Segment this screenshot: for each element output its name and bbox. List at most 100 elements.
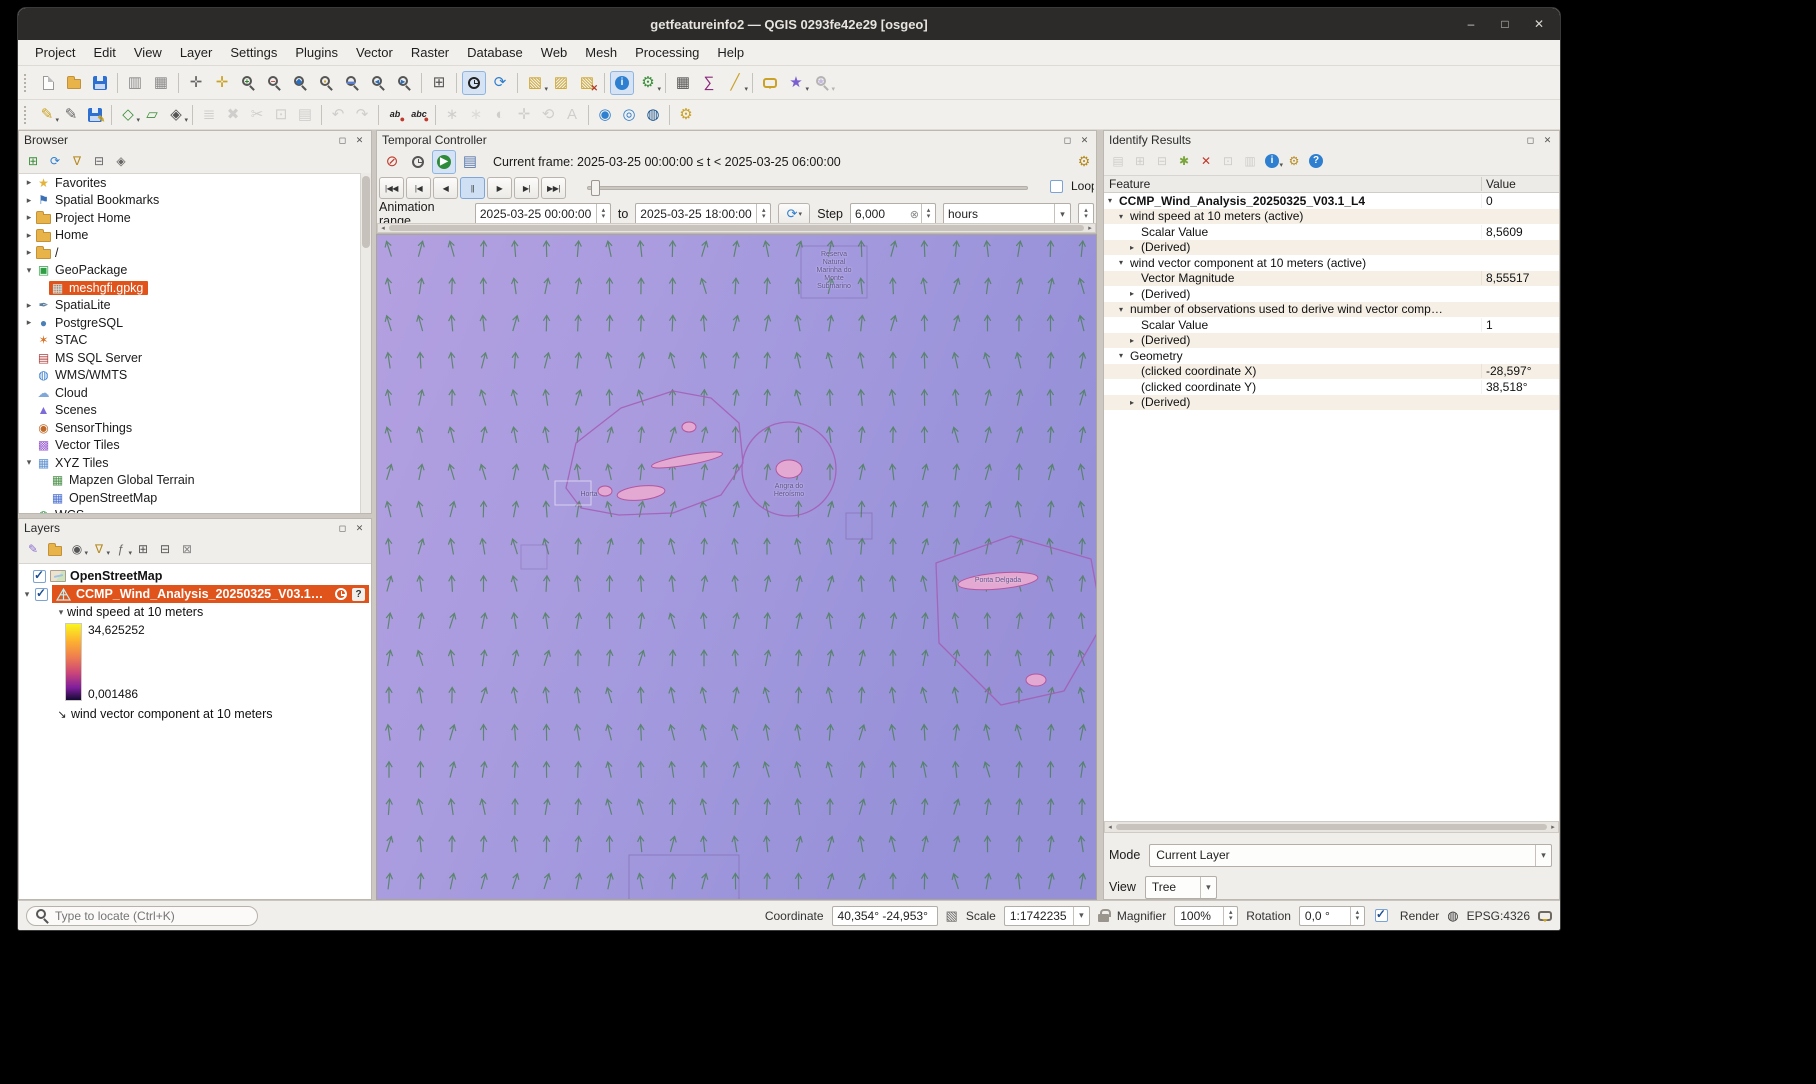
menu-vector[interactable]: Vector — [347, 40, 402, 65]
menu-web[interactable]: Web — [532, 40, 577, 65]
statistical-summary-icon[interactable]: ∑ — [697, 71, 721, 95]
view-combobox[interactable]: Tree — [1145, 876, 1217, 899]
project-new-icon[interactable] — [36, 71, 60, 95]
new-map-view-icon[interactable]: ⊞ — [427, 71, 451, 95]
expander-icon[interactable]: ▸ — [23, 195, 35, 206]
browser-scrollbar[interactable] — [360, 173, 371, 513]
project-save-icon[interactable] — [88, 71, 112, 95]
browser-item-xyz-tiles[interactable]: ▾▦XYZ Tiles — [19, 454, 360, 472]
temporal-navigation-fixed-range-icon[interactable] — [406, 150, 430, 174]
run-feature-action-icon[interactable]: ⚙▾ — [636, 71, 660, 95]
options-gear-icon[interactable]: ⚙ — [675, 104, 697, 126]
add-polygon-feature-icon[interactable]: ▱ — [141, 104, 163, 126]
menu-project[interactable]: Project — [26, 40, 84, 65]
crs-warning-icon[interactable] — [352, 588, 365, 601]
identify-row-geometry[interactable]: ▾Geometry — [1104, 348, 1559, 364]
browser-item-openstreetmap[interactable]: ▦OpenStreetMap — [19, 489, 360, 507]
identify-row-wind-speed-at-10-meters-active[interactable]: ▾wind speed at 10 meters (active) — [1104, 209, 1559, 225]
browser-item-sensorthings[interactable]: ◉SensorThings — [19, 419, 360, 437]
toolbar-handle[interactable] — [24, 106, 30, 124]
identify-row-vector-magnitude[interactable]: Vector Magnitude8,55517 — [1104, 271, 1559, 287]
loop-checkbox[interactable] — [1050, 180, 1063, 193]
expand-new-results-icon[interactable]: ✱ — [1174, 151, 1194, 171]
browser-item-project-home[interactable]: ▸Project Home — [19, 209, 360, 227]
scroll-left-arrow[interactable]: ◂ — [1105, 823, 1115, 831]
select-features-icon[interactable]: ▧▾ — [523, 71, 547, 95]
previous-frame-button[interactable]: |◀ — [406, 177, 431, 199]
menu-layer[interactable]: Layer — [171, 40, 222, 65]
collapse-all-icon[interactable]: ⊟ — [155, 539, 175, 559]
identify-row-ccmp-wind-analysis-20250325-v03-1-l4[interactable]: ▾CCMP_Wind_Analysis_20250325_V03.1_L40 — [1104, 193, 1559, 209]
identify-row-clicked-coordinate-y[interactable]: (clicked coordinate Y)38,518° — [1104, 379, 1559, 395]
locator-input[interactable] — [27, 907, 257, 925]
redo-icon[interactable]: ↷ — [351, 104, 373, 126]
scrollbar-thumb[interactable] — [389, 225, 1084, 231]
spinner[interactable] — [1223, 907, 1237, 925]
filter-legend-icon[interactable]: ∇▾ — [89, 539, 109, 559]
expander-icon[interactable]: ▸ — [23, 177, 35, 188]
expander-icon[interactable]: ▸ — [23, 317, 35, 328]
vertex-tool-icon[interactable]: ◈▾ — [165, 104, 187, 126]
render-checkbox[interactable] — [1375, 909, 1388, 922]
zoom-last-icon[interactable]: ◂ — [366, 71, 390, 95]
digitize-with-segment-icon[interactable]: ◇▾ — [117, 104, 139, 126]
set-range-from-project-button[interactable]: ⟳▾ — [778, 203, 810, 225]
browser-item-scenes[interactable]: ▲Scenes — [19, 402, 360, 420]
scroll-left-arrow[interactable]: ◂ — [378, 224, 388, 232]
open-layer-styling-icon[interactable]: ✎ — [23, 539, 43, 559]
temporal-close-button[interactable] — [1078, 134, 1091, 147]
browser-refresh-icon[interactable]: ⟳ — [45, 151, 65, 171]
temporal-float-button[interactable] — [1061, 134, 1074, 147]
crs-globe-icon[interactable]: ◍ — [1447, 909, 1458, 922]
identify-row-derived[interactable]: ▸(Derived) — [1104, 333, 1559, 349]
measure-icon[interactable]: ╱▾ — [723, 71, 747, 95]
menu-processing[interactable]: Processing — [626, 40, 708, 65]
export-animation-icon[interactable]: ▤ — [458, 150, 482, 174]
search-layers-icon[interactable]: ◎ — [618, 104, 640, 126]
identify-row-wind-vector-component-at-10-meters-active[interactable]: ▾wind vector component at 10 meters (act… — [1104, 255, 1559, 271]
browser-filter-icon[interactable]: ∇ — [67, 151, 87, 171]
spinner[interactable] — [1079, 204, 1093, 224]
layer-checkbox[interactable] — [35, 588, 48, 601]
layers-float-button[interactable] — [336, 522, 349, 535]
browser-properties-icon[interactable]: ◈ — [111, 151, 131, 171]
expand-tree-icon[interactable]: ⊞ — [1130, 151, 1150, 171]
cropped-spinner[interactable] — [1078, 203, 1094, 225]
current-edits-icon[interactable]: ✎▾ — [36, 104, 58, 126]
expander-icon[interactable]: ▸ — [1130, 243, 1141, 252]
open-attribute-table-icon[interactable]: ▦ — [671, 71, 695, 95]
messages-icon[interactable] — [1538, 911, 1552, 921]
legend-group-wind-vector[interactable]: ↘ wind vector component at 10 meters — [19, 705, 371, 723]
magnifier-spinbox[interactable]: 100% — [1174, 906, 1238, 926]
collapse-tree-icon[interactable]: ⊟ — [1152, 151, 1172, 171]
expander-icon[interactable]: ▸ — [23, 212, 35, 223]
expander-icon[interactable]: ▾ — [1119, 351, 1130, 360]
identify-float-button[interactable] — [1524, 134, 1537, 147]
identify-settings-icon[interactable]: ⚙ — [1284, 151, 1304, 171]
browser-item-favorites[interactable]: ▸★Favorites — [19, 174, 360, 192]
selected-layer-row[interactable]: CCMP_Wind_Analysis_20250325_V03.1_L4 — [52, 585, 369, 603]
map-tips-icon[interactable] — [758, 71, 782, 95]
project-open-icon[interactable] — [62, 71, 86, 95]
browser-item-postgresql[interactable]: ▸●PostgreSQL — [19, 314, 360, 332]
copy-feature-icon[interactable]: ⊡ — [1218, 151, 1238, 171]
identify-row-derived[interactable]: ▸(Derived) — [1104, 286, 1559, 302]
copy-features-icon[interactable]: ⊡ — [270, 104, 292, 126]
next-frame-button[interactable]: ▶| — [514, 177, 539, 199]
identify-close-button[interactable] — [1541, 134, 1554, 147]
toggle-editing-icon[interactable]: ✎ — [60, 104, 82, 126]
select-by-value-icon[interactable]: ▨ — [549, 71, 573, 95]
refresh-map-icon[interactable]: ⟳ — [488, 71, 512, 95]
zoom-out-icon[interactable]: − — [262, 71, 286, 95]
zoom-full-icon[interactable]: ◆ — [288, 71, 312, 95]
expander-icon[interactable]: ▾ — [1108, 196, 1119, 205]
identify-mode-icon[interactable]: i▾ — [1262, 151, 1282, 171]
browser-item-meshgfi-gpkg[interactable]: ▦meshgfi.gpkg — [19, 279, 360, 297]
browser-item-root[interactable]: ▸/ — [19, 244, 360, 262]
expander-icon[interactable]: ▸ — [23, 230, 35, 241]
temporal-navigation-off-icon[interactable]: ⊘ — [380, 150, 404, 174]
toolbar-handle[interactable] — [24, 74, 30, 92]
browser-item-cloud[interactable]: ☁Cloud — [19, 384, 360, 402]
browser-float-button[interactable] — [336, 134, 349, 147]
expander-icon[interactable]: ▸ — [23, 247, 35, 258]
